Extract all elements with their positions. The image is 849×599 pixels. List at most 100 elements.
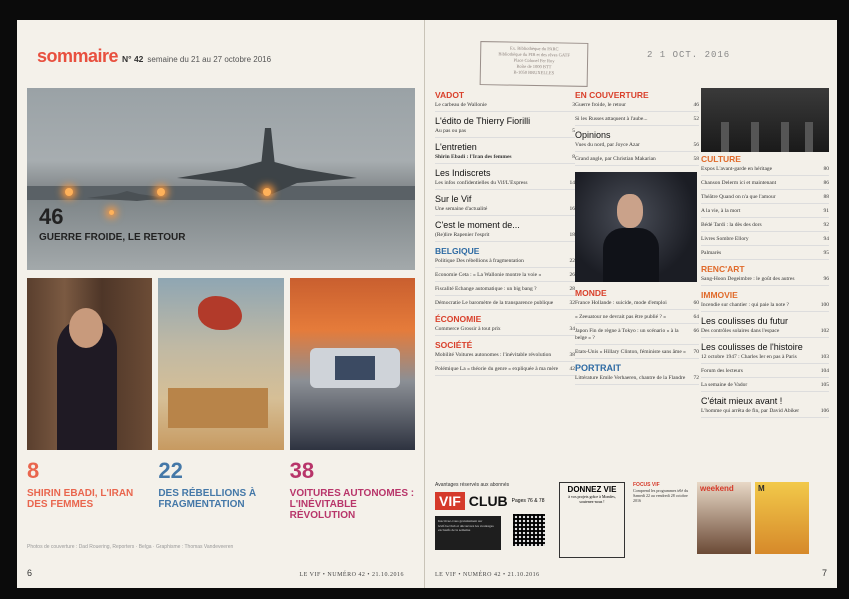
thumb-parliament[interactable] xyxy=(158,278,284,450)
runway-light xyxy=(109,210,114,215)
toc-entry-title: Commerce Grossir à tout prix xyxy=(435,326,501,332)
toc-column-3: CULTURE Expos L'avant-garde en héritage 80… xyxy=(701,88,829,422)
toc-entry[interactable]: Incendie sur chantier : qui paie la note… xyxy=(701,302,829,312)
vif-club-logo[interactable]: VIF CLUB Pages 76 & 78 xyxy=(435,492,544,510)
toc-entry-title: Vues du nord, par Joyce Azar xyxy=(575,142,640,148)
supplement-covers: weekend M xyxy=(697,482,809,554)
toc-entry-title: Chanson Delerm ici et maintenant xyxy=(701,180,777,186)
toc-entry-page: 70 xyxy=(693,349,700,355)
toc-entry[interactable]: Théâtre Quand on n'a que l'amour 88 xyxy=(701,194,829,204)
hollande-photo[interactable] xyxy=(575,172,697,282)
toc-entry[interactable]: Livres Sombre Ellory 94 xyxy=(701,236,829,246)
weekend-cover[interactable]: weekend xyxy=(697,482,751,554)
donnez-vie-ad[interactable]: DONNEZ VIE à vos projets grâce à Mondes,… xyxy=(559,482,625,558)
toc-entry-title: Forum des lecteurs xyxy=(701,368,743,374)
thumb-autonomous-car[interactable] xyxy=(289,278,415,450)
feature-caption[interactable]: 38 Voitures autonomes : l'inévitable rév… xyxy=(290,458,415,521)
figure-silhouette xyxy=(805,122,813,152)
toc-entry[interactable]: Si les Russes attaquent à l'aube... 52 xyxy=(575,116,699,126)
culture-photo[interactable] xyxy=(701,88,829,152)
issue-dates: semaine du 21 au 27 octobre 2016 xyxy=(147,55,272,64)
magazine-spread: sommaire N° 42 semaine du 21 au 27 octob… xyxy=(17,20,837,588)
figure-silhouette xyxy=(781,122,789,152)
toc-entry[interactable]: Guerre froide, le retour 46 xyxy=(575,102,699,112)
toc-entry-title: A la vie, à la mort xyxy=(701,208,741,214)
toc-entry[interactable]: La semaine de Vador 105 xyxy=(701,382,829,392)
toc-entry[interactable]: Une semaine d'actualité 16 xyxy=(435,206,575,216)
toc-entry[interactable]: Palmarès 95 xyxy=(701,250,829,260)
toc-entry-title: Littérature Emile Verhaeren, chantre de … xyxy=(575,375,686,381)
toc-entry-page: 46 xyxy=(693,102,700,108)
toc-entry[interactable]: L'homme qui arrêta de fin, par David Abi… xyxy=(701,408,829,418)
section-heading: BELGIQUE xyxy=(435,246,480,256)
toc-entry-title: L'homme qui arrêta de fin, par David Abi… xyxy=(701,408,800,414)
subsection-heading: Les Indiscrets xyxy=(435,168,491,178)
toc-entry-page: 100 xyxy=(820,302,829,308)
toc-entry-page: 72 xyxy=(693,375,700,381)
toc-entry[interactable]: Démocratie Le baromètre de la transparen… xyxy=(435,300,575,310)
left-footer: 6 LE VIF • NUMÉRO 42 • 21.10.2016 xyxy=(27,568,404,578)
toc-entry[interactable]: Mobilité Voitures autonomes : l'inévitab… xyxy=(435,352,575,362)
toc-entry[interactable]: Japon Fin de règne à Tokyo : un scénario… xyxy=(575,328,699,345)
feature-captions: 8 Shirin Ebadi, l'Iran des femmes 22 Des… xyxy=(27,458,415,521)
focus-vif-note: FOCUS VIF Comprend les programmes télé d… xyxy=(633,482,693,503)
toc-entry[interactable]: Shirin Ebadi : l'Iran des femmes 8 xyxy=(435,154,575,164)
section-heading: IMMOVIE xyxy=(701,290,738,300)
toc-entry[interactable]: Commerce Grossir à tout prix 34 xyxy=(435,326,575,336)
toc-entry-page: 96 xyxy=(823,276,830,282)
toc-entry[interactable]: Vues du nord, par Joyce Azar 56 xyxy=(575,142,699,152)
toc-entry[interactable]: Etats-Unis « Hillary Clinton, féministe … xyxy=(575,349,699,359)
feature-page-number: 38 xyxy=(289,458,315,483)
hero-jet-photo[interactable]: 46 Guerre froide, le retour xyxy=(27,88,415,270)
toc-column-1: VADOT Le carbeau de Wallonie 3 L'édito de T… xyxy=(435,88,575,380)
toc-entry-page: 95 xyxy=(823,250,830,256)
feature-thumbnails xyxy=(27,278,415,450)
sommaire-title: sommaire xyxy=(37,46,119,66)
toc-entry[interactable]: Grand angle, par Christian Makarian 58 xyxy=(575,156,699,166)
car-screen xyxy=(334,356,375,380)
feature-caption[interactable]: 8 Shirin Ebadi, l'Iran des femmes xyxy=(27,458,152,521)
toc-entry[interactable]: 12 octobre 1947 : Charles Ier en pas à P… xyxy=(701,354,829,364)
photo-body xyxy=(603,228,659,282)
toc-entry[interactable]: Fiscalité Echange automatique : un big b… xyxy=(435,286,575,296)
left-page: sommaire N° 42 semaine du 21 au 27 octob… xyxy=(17,20,425,588)
toc-entry[interactable]: A la vie, à la mort 91 xyxy=(701,208,829,218)
toc-entry-title: Politique Des rébellions à fragmentation xyxy=(435,258,524,264)
toc-entry[interactable]: Le carbeau de Wallonie 3 xyxy=(435,102,575,112)
toc-entry-title: Théâtre Quand on n'a que l'amour xyxy=(701,194,776,200)
qr-code-icon[interactable] xyxy=(513,514,545,546)
toc-entry[interactable]: Bédé Tardi : la dès des dors 92 xyxy=(701,222,829,232)
toc-entry-page: 64 xyxy=(693,314,700,320)
toc-entry-title: Grand angle, par Christian Makarian xyxy=(575,156,656,162)
toc-entry[interactable]: Economie Ceta : « La Wallonie montre la … xyxy=(435,272,575,282)
toc-entry[interactable]: Politique Des rébellions à fragmentation… xyxy=(435,258,575,268)
toc-entry-page: 92 xyxy=(823,222,830,228)
section-heading: MONDE xyxy=(575,288,607,298)
m-cover[interactable]: M xyxy=(755,482,809,554)
toc-entry[interactable]: Littérature Emile Verhaeren, chantre de … xyxy=(575,375,699,385)
subsection-heading: L'entretien xyxy=(435,142,477,152)
toc-entry[interactable]: Les infos confidentielles du Vif/L'Expre… xyxy=(435,180,575,190)
toc-entry[interactable]: Chanson Delerm ici et maintenant 86 xyxy=(701,180,829,190)
subsection-heading: C'était mieux avant ! xyxy=(701,396,783,406)
toc-entry-page: 80 xyxy=(823,166,830,172)
club-pages: Pages 76 & 78 xyxy=(511,498,545,504)
toc-entry-title: Expos L'avant-garde en héritage xyxy=(701,166,773,172)
thumb-shirin-ebadi[interactable] xyxy=(27,278,153,450)
toc-entry[interactable]: France Hollande : suicide, mode d'emploi… xyxy=(575,300,699,310)
toc-entry[interactable]: (Re)lire Rapenier l'esprit 18 xyxy=(435,232,575,242)
rooster-flag-icon xyxy=(198,296,243,330)
feature-caption[interactable]: 22 Des rébellions à fragmentation xyxy=(158,458,283,521)
toc-entry[interactable]: Au pas ou pas 5 xyxy=(435,128,575,138)
toc-entry-title: Bédé Tardi : la dès des dors xyxy=(701,222,762,228)
club-label: CLUB xyxy=(468,493,508,509)
toc-entry[interactable]: Polémique La « théorie du genre » expliq… xyxy=(435,366,575,376)
toc-entry[interactable]: Expos L'avant-garde en héritage 80 xyxy=(701,166,829,176)
toc-entry-title: Economie Ceta : « La Wallonie montre la … xyxy=(435,272,542,278)
toc-entry[interactable]: Sang-Hoon Degeimbre : le goût des autres… xyxy=(701,276,829,286)
toc-entry[interactable]: Forum des lecteurs 104 xyxy=(701,368,829,378)
toc-entry[interactable]: « Zeeuatour ne devrait pas être publié ?… xyxy=(575,314,699,324)
runway-light xyxy=(65,188,73,196)
library-stamp: Ex. Bibliothèque du PARC Bibliothèque du… xyxy=(479,41,589,87)
toc-entry[interactable]: Des contrôles solaires dans l'espace 102 xyxy=(701,328,829,338)
